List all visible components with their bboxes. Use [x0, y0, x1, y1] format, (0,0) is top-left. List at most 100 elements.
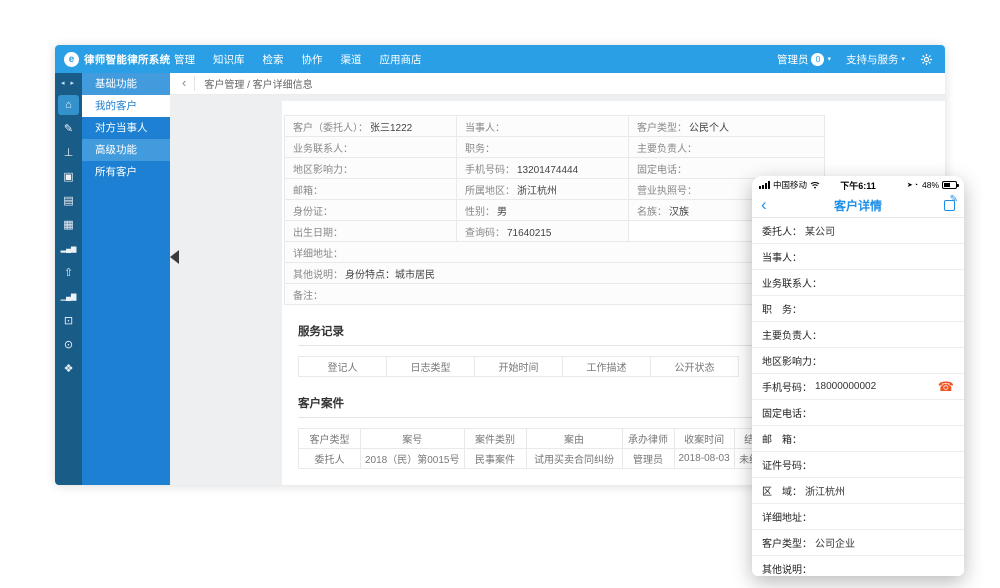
form-field-label: 名族： — [637, 207, 667, 218]
nav-item-channel[interactable]: 渠道 — [341, 52, 362, 67]
form-field: 身份证： — [285, 200, 457, 221]
phone-field-list: 委托人：某公司 当事人： 业务联系人： 职 务： 主要负责人： 地区影响力： 手… — [752, 218, 964, 576]
column-header: 承办律师 — [622, 429, 674, 449]
package-icon[interactable]: ❖ — [58, 359, 79, 379]
phone-field-row: 职 务： — [752, 296, 964, 322]
field-label: 详细地址： — [762, 509, 812, 524]
field-label: 职 务： — [762, 301, 802, 316]
nav-item-app-store[interactable]: 应用商店 — [380, 52, 422, 67]
field-label: 业务联系人： — [762, 275, 822, 290]
export-icon[interactable]: ⇧ — [58, 263, 79, 283]
form-field: 其他说明：身份特点：城市居民 — [285, 263, 825, 284]
stats-bars-icon[interactable]: ▂▄▆ — [58, 239, 79, 259]
phone-nav-bar: ‹ 客户详情 ✎ — [752, 194, 964, 218]
brand-logo[interactable]: e 律师智能律所系统 — [55, 52, 170, 67]
form-field-label: 手机号码： — [465, 165, 515, 176]
brand-name: 律师智能律所系统 — [84, 52, 170, 67]
case-cell: 民事案件 — [464, 449, 526, 469]
screenshot-canvas: e 律师智能律所系统 管理 知识库 检索 协作 渠道 应用商店 管理员 0 ▾ … — [0, 0, 1000, 588]
form-field: 手机号码：13201474444 — [457, 158, 629, 179]
form-field-label: 性别： — [465, 207, 495, 218]
column-header: 登记人 — [299, 357, 387, 377]
form-row: 地区影响力： 手机号码：13201474444 固定电话： — [285, 158, 825, 179]
phone-page-title: 客户详情 — [752, 197, 964, 214]
user-menu[interactable]: 管理员 0 ▾ — [777, 52, 831, 67]
phone-field-row: 详细地址： — [752, 504, 964, 530]
form-field-value: 身份特点：城市居民 — [345, 270, 435, 281]
sidebar-menu: 基础功能 我的客户 对方当事人 高级功能 所有客户 — [82, 73, 170, 485]
form-field: 所属地区：浙江杭州 — [457, 179, 629, 200]
phone-field-row: 地区影响力： — [752, 348, 964, 374]
scale-icon[interactable]: ⊥ — [58, 143, 79, 163]
call-phone-icon[interactable]: ☎ — [938, 380, 954, 393]
back-chevron-icon[interactable]: ‹ — [761, 196, 767, 213]
form-field-value: 张三1222 — [370, 123, 412, 134]
phone-field-row-mobile-number: 手机号码：18000000002 ☎ — [752, 374, 964, 400]
nav-item-knowledge-base[interactable]: 知识库 — [213, 52, 245, 67]
form-field-value: 浙江杭州 — [517, 186, 557, 197]
form-field: 性别：男 — [457, 200, 629, 221]
breadcrumb[interactable]: 客户管理 / 客户详细信息 — [195, 76, 312, 91]
form-field-label: 主要负责人： — [637, 144, 697, 155]
sidebar-collapse-handle[interactable] — [170, 250, 179, 264]
form-field: 出生日期： — [285, 221, 457, 242]
column-header: 日志类型 — [387, 357, 475, 377]
phone-status-bar: 中国移动 下午6:11 ➤◔ 48% — [752, 176, 964, 194]
finance-icon[interactable]: ⊙ — [58, 335, 79, 355]
menu-item-all-clients[interactable]: 所有客户 — [82, 161, 170, 183]
nav-item-manage[interactable]: 管理 — [174, 52, 195, 67]
form-field-value: 13201474444 — [517, 165, 578, 176]
form-field: 地区影响力： — [285, 158, 457, 179]
modules-grid-icon[interactable]: ▦ — [58, 215, 79, 235]
menu-section-basic-functions[interactable]: 基础功能 — [82, 73, 170, 95]
form-row: 邮箱： 所属地区：浙江杭州 营业执照号： — [285, 179, 825, 200]
media-icon[interactable]: ⊡ — [58, 311, 79, 331]
nav-item-collaborate[interactable]: 协作 — [302, 52, 323, 67]
sidebar-history-arrows-icon[interactable]: ◂ ▸ — [61, 73, 76, 93]
battery-percent: 48% — [922, 180, 939, 190]
form-field-label: 查询码： — [465, 228, 505, 239]
phone-field-row: 当事人： — [752, 244, 964, 270]
case-cell: 2018（民）第0015号 — [361, 449, 465, 469]
form-field-label: 客户类型： — [637, 123, 687, 134]
settings-gear-icon[interactable] — [920, 53, 933, 66]
form-field-label: 身份证： — [293, 207, 333, 218]
header-right-actions: 管理员 0 ▾ 支持与服务 ▾ — [777, 52, 945, 67]
notification-badge: 0 — [811, 53, 824, 66]
menu-item-opposing-party[interactable]: 对方当事人 — [82, 117, 170, 139]
form-row: 身份证： 性别：男 名族：汉族 — [285, 200, 825, 221]
field-label: 证件号码： — [762, 457, 812, 472]
chevron-down-icon: ▾ — [901, 55, 905, 63]
back-chevron-icon[interactable]: ‹ — [180, 76, 195, 91]
icon-sidebar: ◂ ▸ ⌂ ✎ ⊥ ▣ ▤ ▦ ▂▄▆ ⇧ ▁▄▇ ⊡ ⊙ ❖ — [55, 73, 82, 485]
table-header-row: 登记人 日志类型 开始时间 工作描述 公开状态 — [299, 357, 739, 377]
field-label: 手机号码： — [762, 379, 812, 394]
field-label: 邮 箱： — [762, 431, 802, 446]
form-field: 备注： — [285, 284, 825, 305]
top-header-bar: e 律师智能律所系统 管理 知识库 检索 协作 渠道 应用商店 管理员 0 ▾ … — [55, 45, 945, 73]
form-field-label: 邮箱： — [293, 186, 323, 197]
printer-icon[interactable]: ▣ — [58, 167, 79, 187]
column-header: 公开状态 — [651, 357, 739, 377]
chart-icon[interactable]: ▁▄▇ — [58, 287, 79, 307]
form-row: 客户（委托人）：张三1222 当事人： 客户类型：公民个人 — [285, 116, 825, 137]
table-row[interactable]: 委托人 2018（民）第0015号 民事案件 试用买卖合同纠纷 管理员 2018… — [299, 449, 775, 469]
menu-section-advanced-functions[interactable]: 高级功能 — [82, 139, 170, 161]
home-icon[interactable]: ⌂ — [58, 95, 79, 115]
form-field: 查询码：71640215 — [457, 221, 629, 242]
id-card-icon[interactable]: ▤ — [58, 191, 79, 211]
nav-item-search[interactable]: 检索 — [263, 52, 284, 67]
support-menu[interactable]: 支持与服务 ▾ — [846, 52, 905, 67]
form-field: 客户类型：公民个人 — [629, 116, 825, 137]
case-cell: 试用买卖合同纠纷 — [526, 449, 622, 469]
form-field: 客户（委托人）：张三1222 — [285, 116, 457, 137]
form-field-label: 出生日期： — [293, 228, 343, 239]
edit-icon[interactable]: ✎ — [944, 200, 955, 211]
field-value: 18000000002 — [815, 381, 876, 392]
field-label: 区 域： — [762, 483, 802, 498]
case-cell: 委托人 — [299, 449, 361, 469]
menu-item-my-clients[interactable]: 我的客户 — [82, 95, 170, 117]
tools-icon[interactable]: ✎ — [58, 119, 79, 139]
field-label: 委托人： — [762, 223, 802, 238]
top-nav: 管理 知识库 检索 协作 渠道 应用商店 — [174, 52, 422, 67]
